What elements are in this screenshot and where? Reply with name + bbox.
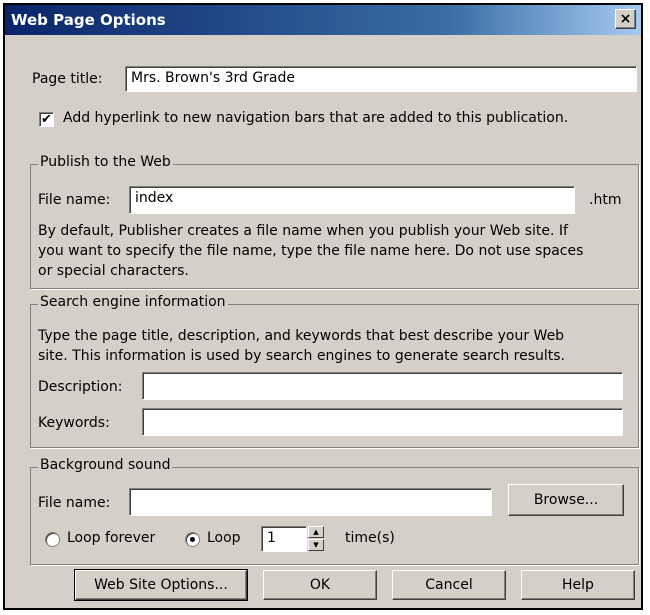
- search-help-line: site. This information is used by search…: [38, 348, 566, 364]
- description-input[interactable]: [142, 372, 623, 400]
- keywords-input[interactable]: [142, 408, 623, 436]
- publish-help-text: By default, Publisher creates a file nam…: [38, 221, 638, 281]
- checkmark-icon: ✔: [41, 112, 52, 127]
- search-group-heading: Search engine information: [38, 294, 228, 310]
- sound-file-label: File name:: [38, 495, 111, 511]
- window-title: Web Page Options: [11, 11, 166, 29]
- loop-count-input[interactable]: 1: [261, 526, 307, 552]
- loop-forever-radio[interactable]: [45, 532, 60, 547]
- spin-down-icon[interactable]: ▼: [308, 539, 324, 551]
- web-site-options-button[interactable]: Web Site Options...: [74, 569, 248, 601]
- radio-selected-dot: [190, 537, 195, 542]
- close-icon[interactable]: ×: [615, 9, 636, 29]
- page-title-label: Page title:: [32, 71, 103, 87]
- search-help-line: Type the page title, description, and ke…: [38, 328, 565, 344]
- cancel-button[interactable]: Cancel: [392, 570, 506, 600]
- publish-help-line: or special characters.: [38, 263, 189, 279]
- publish-file-label: File name:: [38, 192, 111, 208]
- publish-help-line: you want to specify the file name, type …: [38, 243, 584, 259]
- publish-help-line: By default, Publisher creates a file nam…: [38, 223, 568, 239]
- loop-label: Loop: [207, 530, 241, 546]
- publish-group-heading: Publish to the Web: [38, 154, 173, 170]
- sound-file-input[interactable]: [129, 488, 492, 516]
- ok-button[interactable]: OK: [263, 570, 377, 600]
- sound-group-heading: Background sound: [38, 457, 173, 473]
- add-hyperlink-checkbox[interactable]: ✔: [39, 112, 54, 127]
- browse-button[interactable]: Browse...: [508, 484, 624, 516]
- loop-radio[interactable]: [185, 532, 200, 547]
- publish-file-extension: .htm: [589, 192, 622, 208]
- add-hyperlink-label: Add hyperlink to new navigation bars tha…: [63, 110, 569, 126]
- web-page-options-dialog: Web Page Options × Page title: Mrs. Brow…: [3, 3, 643, 610]
- spin-up-icon[interactable]: ▲: [308, 526, 324, 538]
- times-label: time(s): [345, 530, 395, 546]
- loop-count-stepper[interactable]: ▲ ▼: [308, 526, 324, 552]
- publish-file-input[interactable]: index: [129, 186, 575, 214]
- help-button[interactable]: Help: [521, 570, 635, 600]
- sound-group: [30, 467, 639, 565]
- description-label: Description:: [38, 379, 123, 395]
- page-title-input[interactable]: Mrs. Brown's 3rd Grade: [125, 66, 637, 92]
- search-help-text: Type the page title, description, and ke…: [38, 326, 638, 366]
- title-bar: Web Page Options ×: [5, 5, 641, 35]
- keywords-label: Keywords:: [38, 415, 110, 431]
- loop-forever-label: Loop forever: [67, 530, 156, 546]
